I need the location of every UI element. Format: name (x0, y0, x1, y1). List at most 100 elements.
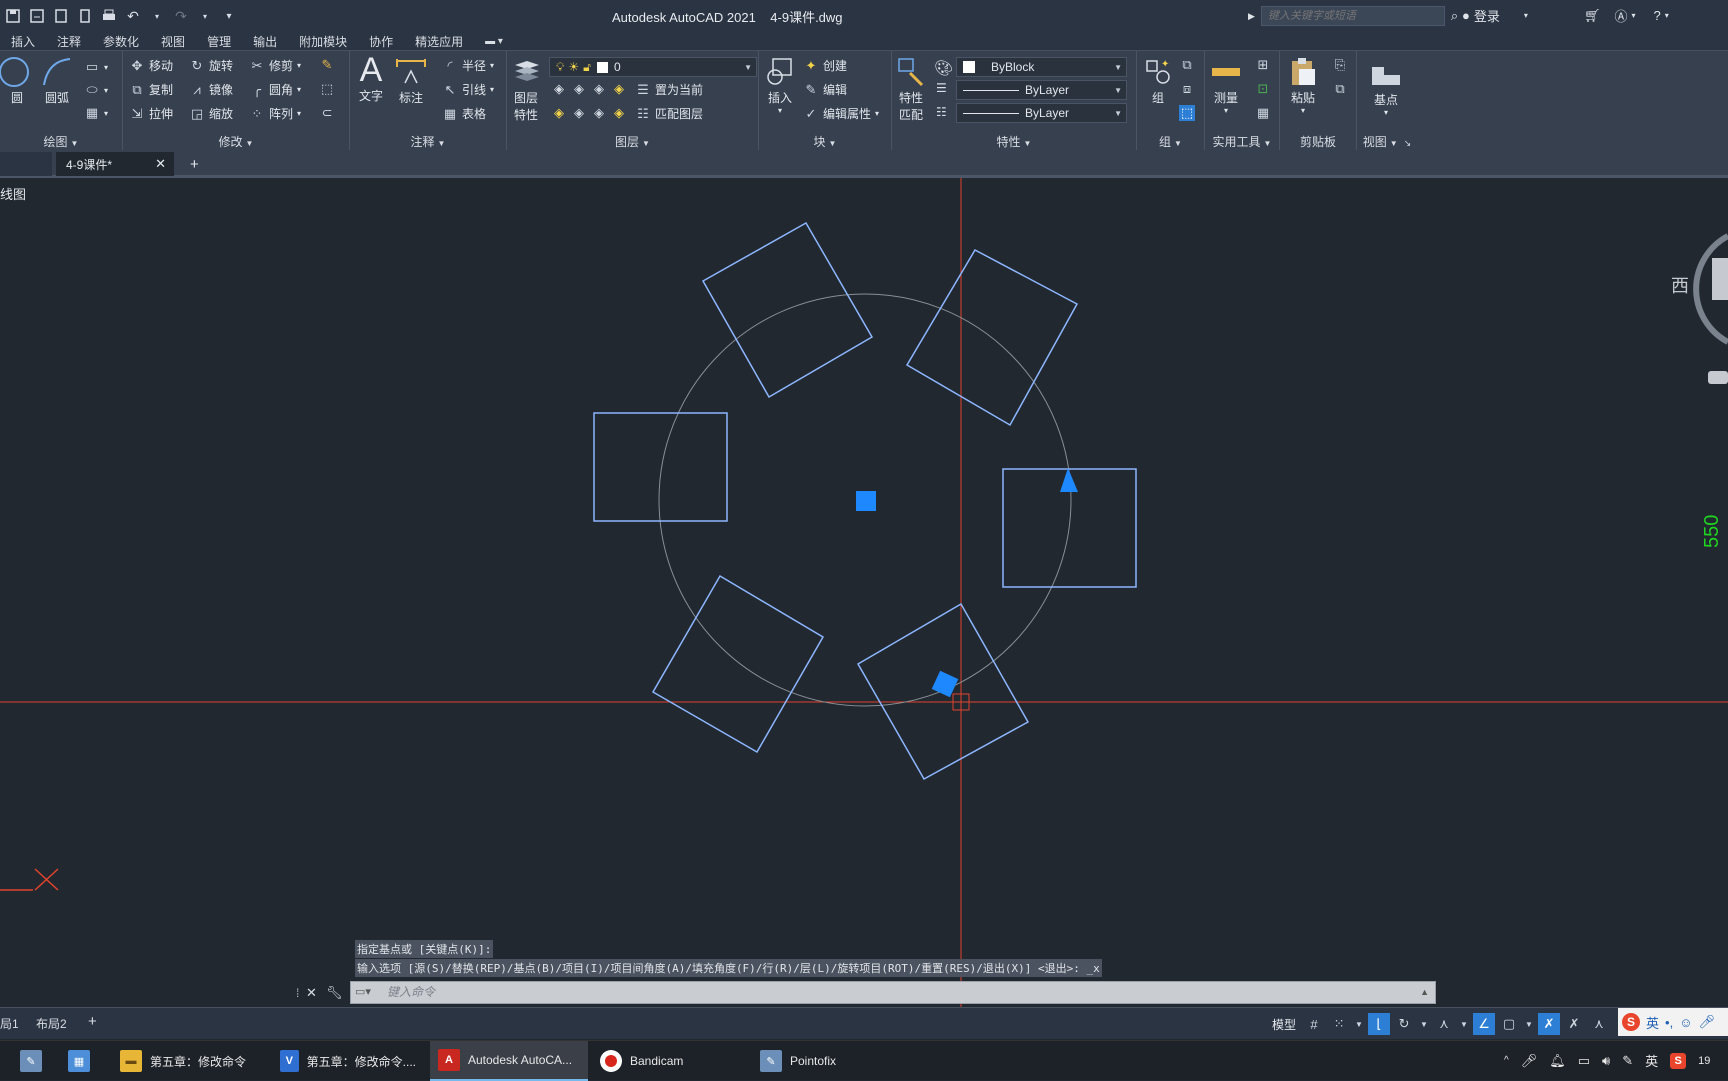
start-tab[interactable] (0, 152, 52, 176)
redo-icon[interactable]: ↷ (172, 7, 190, 25)
color-wheel-icon[interactable]: 🎨︎ (934, 59, 953, 77)
autodesk-app-icon[interactable]: Ⓐ (1615, 6, 1628, 25)
cut-button[interactable]: ⎘ (1332, 57, 1348, 73)
tab-manage[interactable]: 管理 (196, 33, 242, 50)
taskbar-ime-label[interactable]: 英 (1645, 1051, 1658, 1070)
radius-button[interactable]: ◜ 半径 ▾ (442, 57, 494, 74)
user-area[interactable]: ● 登录 ▾ (1462, 6, 1528, 25)
offset-button[interactable]: ⊂ (319, 105, 335, 121)
dimension-button[interactable]: 标注 (394, 55, 428, 106)
customize-qat-icon[interactable]: ▾ (220, 7, 238, 25)
text-button[interactable]: A 文字 (354, 51, 388, 104)
copy-button[interactable]: ⧉ 复制 (129, 81, 173, 98)
layer-tools-row-1[interactable]: ◈ ◈ ◈ ◈ (551, 81, 627, 97)
panel-title-groups[interactable]: 组 ▼ (1137, 133, 1204, 151)
chevron-down-icon[interactable]: ▾ (196, 7, 214, 25)
panel-title-layers[interactable]: 图层 ▼ (507, 133, 758, 151)
layer-properties-button[interactable]: 图层 特性 (509, 55, 543, 123)
taskbar-item-document[interactable]: V 第五章：修改命令.... (272, 1041, 424, 1081)
help-icon[interactable]: ? (1654, 8, 1661, 23)
panel-title-properties[interactable]: 特性 ▼ (892, 133, 1136, 151)
wrench-icon[interactable]: 🔧︎ (326, 985, 343, 1001)
panel-title-clipboard[interactable]: 剪贴板 (1280, 133, 1356, 151)
mic-icon[interactable]: 🎤︎ (1521, 1053, 1538, 1069)
viewcube-west-label[interactable]: 西 (1671, 272, 1689, 298)
annotation-visibility-icon[interactable]: ✗ (1538, 1013, 1561, 1035)
base-view-button[interactable]: 基点 ▾ (1369, 57, 1403, 117)
volume-icon[interactable]: 🔊︎ (1602, 1053, 1610, 1069)
cart-icon[interactable]: 🛒︎ (1584, 8, 1601, 24)
tab-addins[interactable]: 附加模块 (288, 33, 358, 50)
doc-tab-active[interactable]: 4-9课件* ✕ (56, 152, 174, 176)
match-properties-button[interactable]: 特性 匹配 (894, 55, 928, 123)
chevron-down-icon[interactable]: ▾ (1632, 11, 1636, 20)
lineweight-dropdown[interactable]: ByLayer ▼ (956, 103, 1127, 123)
chevron-down-icon[interactable]: ▾ (1665, 11, 1669, 20)
panel-title-modify[interactable]: 修改 ▼ (123, 133, 349, 151)
layout-tab-2[interactable]: 布局2 (36, 1015, 67, 1032)
network-icon[interactable]: ▭ (1578, 1053, 1590, 1069)
close-icon[interactable]: ✕ (155, 156, 166, 172)
stretch-button[interactable]: ⇲ 拉伸 (129, 105, 173, 122)
match-layer-button[interactable]: ☷ 匹配图层 (635, 105, 703, 122)
plot-preview-icon[interactable] (76, 7, 94, 25)
taskbar-item-folder[interactable]: ▬ 第五章：修改命令 (112, 1041, 264, 1081)
chevron-down-icon[interactable]: ▼ (1353, 1013, 1365, 1035)
panel-title-draw[interactable]: 绘图 ▼ (0, 133, 122, 151)
select-all-button[interactable]: ⊡ (1255, 81, 1271, 97)
set-current-layer-button[interactable]: ☰ 置为当前 (635, 81, 703, 98)
command-prompt-icon[interactable]: ▭▾ (355, 982, 371, 1003)
move-button[interactable]: ✥ 移动 (129, 57, 173, 74)
clock[interactable]: 19 (1698, 1055, 1710, 1067)
panel-title-utilities[interactable]: 实用工具 ▼ (1205, 133, 1279, 151)
ortho-icon[interactable]: ⌊ (1368, 1013, 1391, 1035)
drawing-canvas[interactable]: 线图 西 550 指定基点或 [关键点(K)]: 输入选项 [源(S)/替换(R… (0, 178, 1728, 1007)
group-button[interactable]: ✦ 组 (1141, 55, 1175, 106)
grid-icon[interactable]: # (1303, 1013, 1325, 1035)
polar-icon[interactable]: ↻ (1393, 1013, 1415, 1035)
save-icon[interactable] (4, 7, 22, 25)
panel-title-annotation[interactable]: 注释 ▼ (350, 133, 506, 151)
snap-icon[interactable]: ⁙ (1328, 1013, 1350, 1035)
isodraft-icon[interactable]: ⋏ (1433, 1013, 1455, 1035)
explode-button[interactable]: ⬚ (319, 81, 335, 97)
chevron-up-icon[interactable]: ▲ (1420, 982, 1429, 1003)
search-icon[interactable]: ⌕ (1451, 8, 1458, 24)
linetype-dropdown[interactable]: ByLayer ▼ (956, 80, 1127, 100)
search-input[interactable] (1260, 6, 1445, 26)
taskbar-item-autocad[interactable]: A Autodesk AutoCA... (430, 1041, 588, 1081)
tab-collaborate[interactable]: 协作 (358, 33, 404, 50)
annotation-autoscale-icon[interactable]: ⋏ (1588, 1013, 1610, 1035)
taskbar-item-pointofix[interactable]: ✎ Pointofix (752, 1041, 902, 1081)
ime-toolbar[interactable]: S 英 •, ☺ 🎤︎ (1618, 1008, 1728, 1036)
model-space-button[interactable]: 模型 (1272, 1016, 1296, 1033)
array-button[interactable]: ⁘ 阵列 ▾ (249, 105, 301, 122)
notification-icon[interactable]: 🔔︎ (1549, 1053, 1566, 1069)
paste-button[interactable]: 粘贴 ▾ (1286, 55, 1320, 115)
chevron-down-icon[interactable]: ▾ (148, 7, 166, 25)
ribbon-options-icon[interactable]: ▬ ▾ (474, 36, 514, 47)
chevron-down-icon[interactable]: ▼ (1418, 1013, 1430, 1035)
copy-clip-button[interactable]: ⧉ (1332, 81, 1348, 97)
chevron-right-icon[interactable]: ▶ (1248, 11, 1255, 22)
ellipse-button[interactable]: ⬭ ▾ (84, 82, 108, 98)
chevron-up-icon[interactable]: ^ (1504, 1055, 1509, 1066)
tab-parametric[interactable]: 参数化 (92, 33, 150, 50)
layout-tab-1[interactable]: 局1 (0, 1015, 19, 1032)
object-snap-icon[interactable]: ▢ (1498, 1013, 1520, 1035)
save-as-icon[interactable] (28, 7, 46, 25)
close-icon[interactable]: ✕ (306, 985, 317, 1001)
group-edit-button[interactable]: ⧈ (1179, 81, 1195, 97)
taskbar-item-bandicam[interactable]: Bandicam (592, 1041, 742, 1081)
insert-block-button[interactable]: 插入 ▾ (763, 55, 797, 115)
object-snap-tracking-icon[interactable]: ∠ (1473, 1013, 1496, 1035)
table-button[interactable]: ▦ 表格 (442, 105, 486, 122)
circle-button[interactable]: 圆 (0, 55, 34, 106)
chevron-down-icon[interactable]: ▼ (1523, 1013, 1535, 1035)
rectangle-button[interactable]: ▭ ▾ (84, 59, 108, 75)
ungroup-button[interactable]: ⧉ (1179, 57, 1195, 73)
tab-featured-apps[interactable]: 精选应用 (404, 33, 474, 50)
tab-view[interactable]: 视图 (150, 33, 196, 50)
color-dropdown[interactable]: ByBlock ▼ (956, 57, 1127, 77)
panel-title-view[interactable]: 视图 ▼ ↘ (1357, 133, 1417, 151)
